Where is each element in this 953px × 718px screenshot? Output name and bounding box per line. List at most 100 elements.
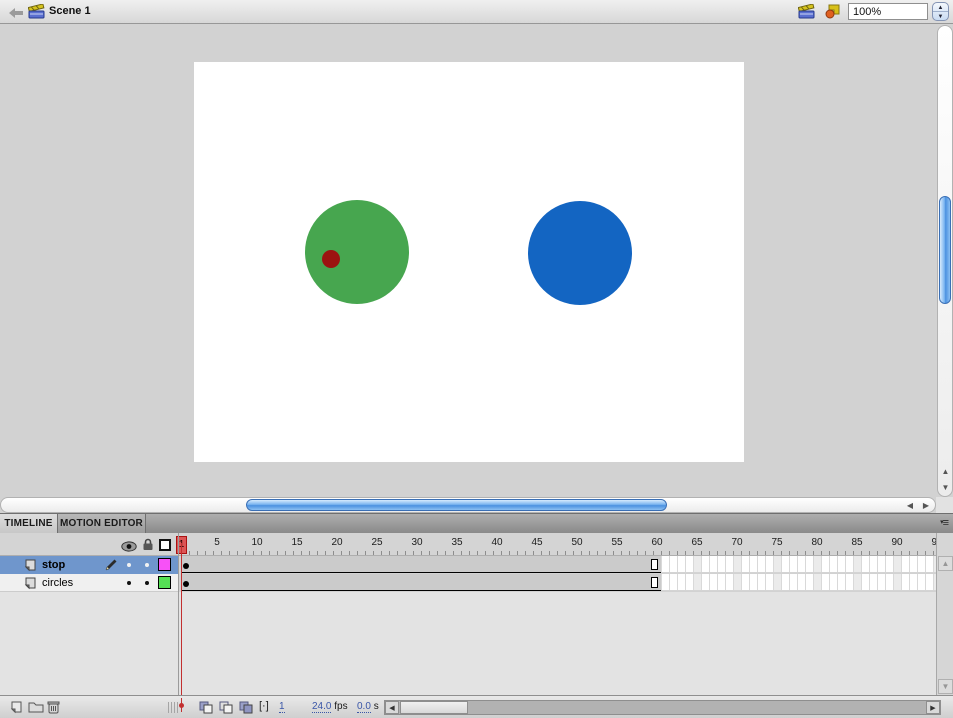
stepper-up-icon[interactable]: ▲ xyxy=(933,3,948,12)
layer-lock-dot[interactable] xyxy=(145,581,149,585)
layer-name[interactable]: stop xyxy=(42,559,65,571)
stepper-down-icon[interactable]: ▼ xyxy=(933,12,948,21)
ruler-number: 5 xyxy=(214,537,220,548)
ruler-number: 10 xyxy=(251,537,262,548)
ruler-number: 15 xyxy=(291,537,302,548)
ruler-number: 20 xyxy=(331,537,342,548)
scroll-right-icon[interactable]: ▶ xyxy=(918,499,934,512)
layer-column-divider xyxy=(178,533,179,695)
ruler-ticks xyxy=(181,551,936,555)
end-frame-marker[interactable] xyxy=(651,559,658,570)
time-value[interactable]: 0.0 xyxy=(357,701,371,713)
modify-markers-icon[interactable]: [·] xyxy=(259,700,269,712)
ruler-number: 85 xyxy=(851,537,862,548)
red-dot[interactable] xyxy=(322,250,340,268)
fps-label: fps xyxy=(334,701,347,712)
keyframe-icon[interactable] xyxy=(183,563,189,569)
scroll-right-icon[interactable]: ▶ xyxy=(926,701,940,714)
layer-row-stop[interactable]: stop xyxy=(0,556,178,574)
layer-visibility-dot[interactable] xyxy=(127,563,131,567)
new-layer-icon[interactable] xyxy=(8,700,23,718)
timeline-tab-bar: TIMELINE MOTION EDITOR ▾≡ xyxy=(0,513,953,533)
ruler-number: 70 xyxy=(731,537,742,548)
back-arrow-icon[interactable] xyxy=(8,6,24,24)
flash-application-window: Scene 1 100% ▲ ▼ xyxy=(0,0,953,718)
ruler-number: 60 xyxy=(651,537,662,548)
panel-resize-grip[interactable] xyxy=(168,702,178,713)
timeline-status-bar: [·] 1 24.0 fps 0.0 s ◀ ▶ xyxy=(0,695,953,718)
ruler-number: 55 xyxy=(611,537,622,548)
frame-span[interactable] xyxy=(181,556,661,573)
green-circle[interactable] xyxy=(305,200,409,304)
time-label: s xyxy=(374,701,379,712)
stage-vertical-scrollbar[interactable]: ▲ ▼ xyxy=(937,25,953,497)
onion-skin-icon[interactable] xyxy=(199,701,214,718)
layer-name[interactable]: circles xyxy=(42,577,73,589)
zoom-level-input[interactable]: 100% xyxy=(848,3,928,20)
timeline-empty-area xyxy=(0,592,936,695)
ruler-number: 25 xyxy=(371,537,382,548)
elapsed-time: 0.0 s xyxy=(357,701,379,712)
timeline-vertical-scrollbar[interactable]: ▲ ▼ xyxy=(936,533,953,695)
edit-multiple-frames-icon[interactable] xyxy=(239,701,254,718)
scroll-down-icon[interactable]: ▼ xyxy=(938,480,953,495)
ruler-number: 90 xyxy=(891,537,902,548)
ruler-number: 45 xyxy=(531,537,542,548)
tab-timeline[interactable]: TIMELINE xyxy=(0,514,58,534)
playhead-line[interactable] xyxy=(181,543,182,695)
show-hide-layers-icon[interactable] xyxy=(121,539,137,557)
layer-lock-dot[interactable] xyxy=(145,563,149,567)
timeline-header: 5101520253035404550556065707580859095 1 xyxy=(0,533,953,556)
scroll-up-icon[interactable]: ▲ xyxy=(938,464,953,479)
scrollbar-corner xyxy=(936,497,953,513)
stage-horizontal-scrollbar[interactable]: ◀ ▶ xyxy=(0,497,936,513)
scene-clapperboard-icon xyxy=(28,4,46,24)
current-frame-value[interactable]: 1 xyxy=(279,701,285,713)
frame-ruler[interactable]: 5101520253035404550556065707580859095 xyxy=(181,533,936,556)
outline-layers-icon[interactable] xyxy=(159,539,171,551)
zoom-stepper[interactable]: ▲ ▼ xyxy=(932,2,949,21)
fps-value[interactable]: 24.0 xyxy=(312,701,331,713)
delete-layer-icon[interactable] xyxy=(47,700,60,718)
ruler-number: 80 xyxy=(811,537,822,548)
lock-layers-icon[interactable] xyxy=(142,538,154,556)
edit-scene-icon[interactable] xyxy=(798,4,816,24)
ruler-number: 75 xyxy=(771,537,782,548)
new-folder-icon[interactable] xyxy=(28,700,44,718)
stage-drawing[interactable] xyxy=(194,62,744,462)
empty-frames[interactable] xyxy=(661,574,936,591)
ruler-number: 40 xyxy=(491,537,502,548)
layer-page-icon xyxy=(22,576,37,595)
scroll-left-icon[interactable]: ◀ xyxy=(385,701,399,714)
stage-pasteboard[interactable] xyxy=(0,25,936,497)
layer-outline-color-swatch[interactable] xyxy=(158,576,171,589)
blue-circle[interactable] xyxy=(528,201,632,305)
end-frame-marker[interactable] xyxy=(651,577,658,588)
frame-span[interactable] xyxy=(181,574,661,591)
scroll-left-icon[interactable]: ◀ xyxy=(902,499,918,512)
frame-rate: 24.0 fps xyxy=(312,701,348,712)
timeline-hscroll-thumb[interactable] xyxy=(400,701,468,714)
panel-menu-icon[interactable]: ▾≡ xyxy=(940,517,948,529)
layer-outline-color-swatch[interactable] xyxy=(158,558,171,571)
edit-bar: Scene 1 100% ▲ ▼ xyxy=(0,0,953,24)
ruler-number: 35 xyxy=(451,537,462,548)
scroll-down-icon[interactable]: ▼ xyxy=(938,679,953,694)
layer-visibility-dot[interactable] xyxy=(127,581,131,585)
frame-row-stop[interactable] xyxy=(181,556,936,574)
onion-skin-outlines-icon[interactable] xyxy=(219,701,234,718)
frame-row-circles[interactable] xyxy=(181,574,936,592)
ruler-number: 30 xyxy=(411,537,422,548)
status-playhead-marker xyxy=(181,698,182,712)
keyframe-icon[interactable] xyxy=(183,581,189,587)
ruler-number: 65 xyxy=(691,537,702,548)
empty-frames[interactable] xyxy=(661,556,936,573)
layer-row-circles[interactable]: circles xyxy=(0,574,178,592)
stage-vscroll-thumb[interactable] xyxy=(939,196,951,304)
stage-canvas[interactable] xyxy=(194,62,744,462)
timeline-horizontal-scrollbar[interactable]: ◀ ▶ xyxy=(384,700,941,715)
edit-symbols-icon[interactable] xyxy=(824,4,841,24)
tab-motion-editor[interactable]: MOTION EDITOR xyxy=(58,514,146,534)
scroll-up-icon[interactable]: ▲ xyxy=(938,556,953,571)
stage-hscroll-thumb[interactable] xyxy=(246,499,667,511)
